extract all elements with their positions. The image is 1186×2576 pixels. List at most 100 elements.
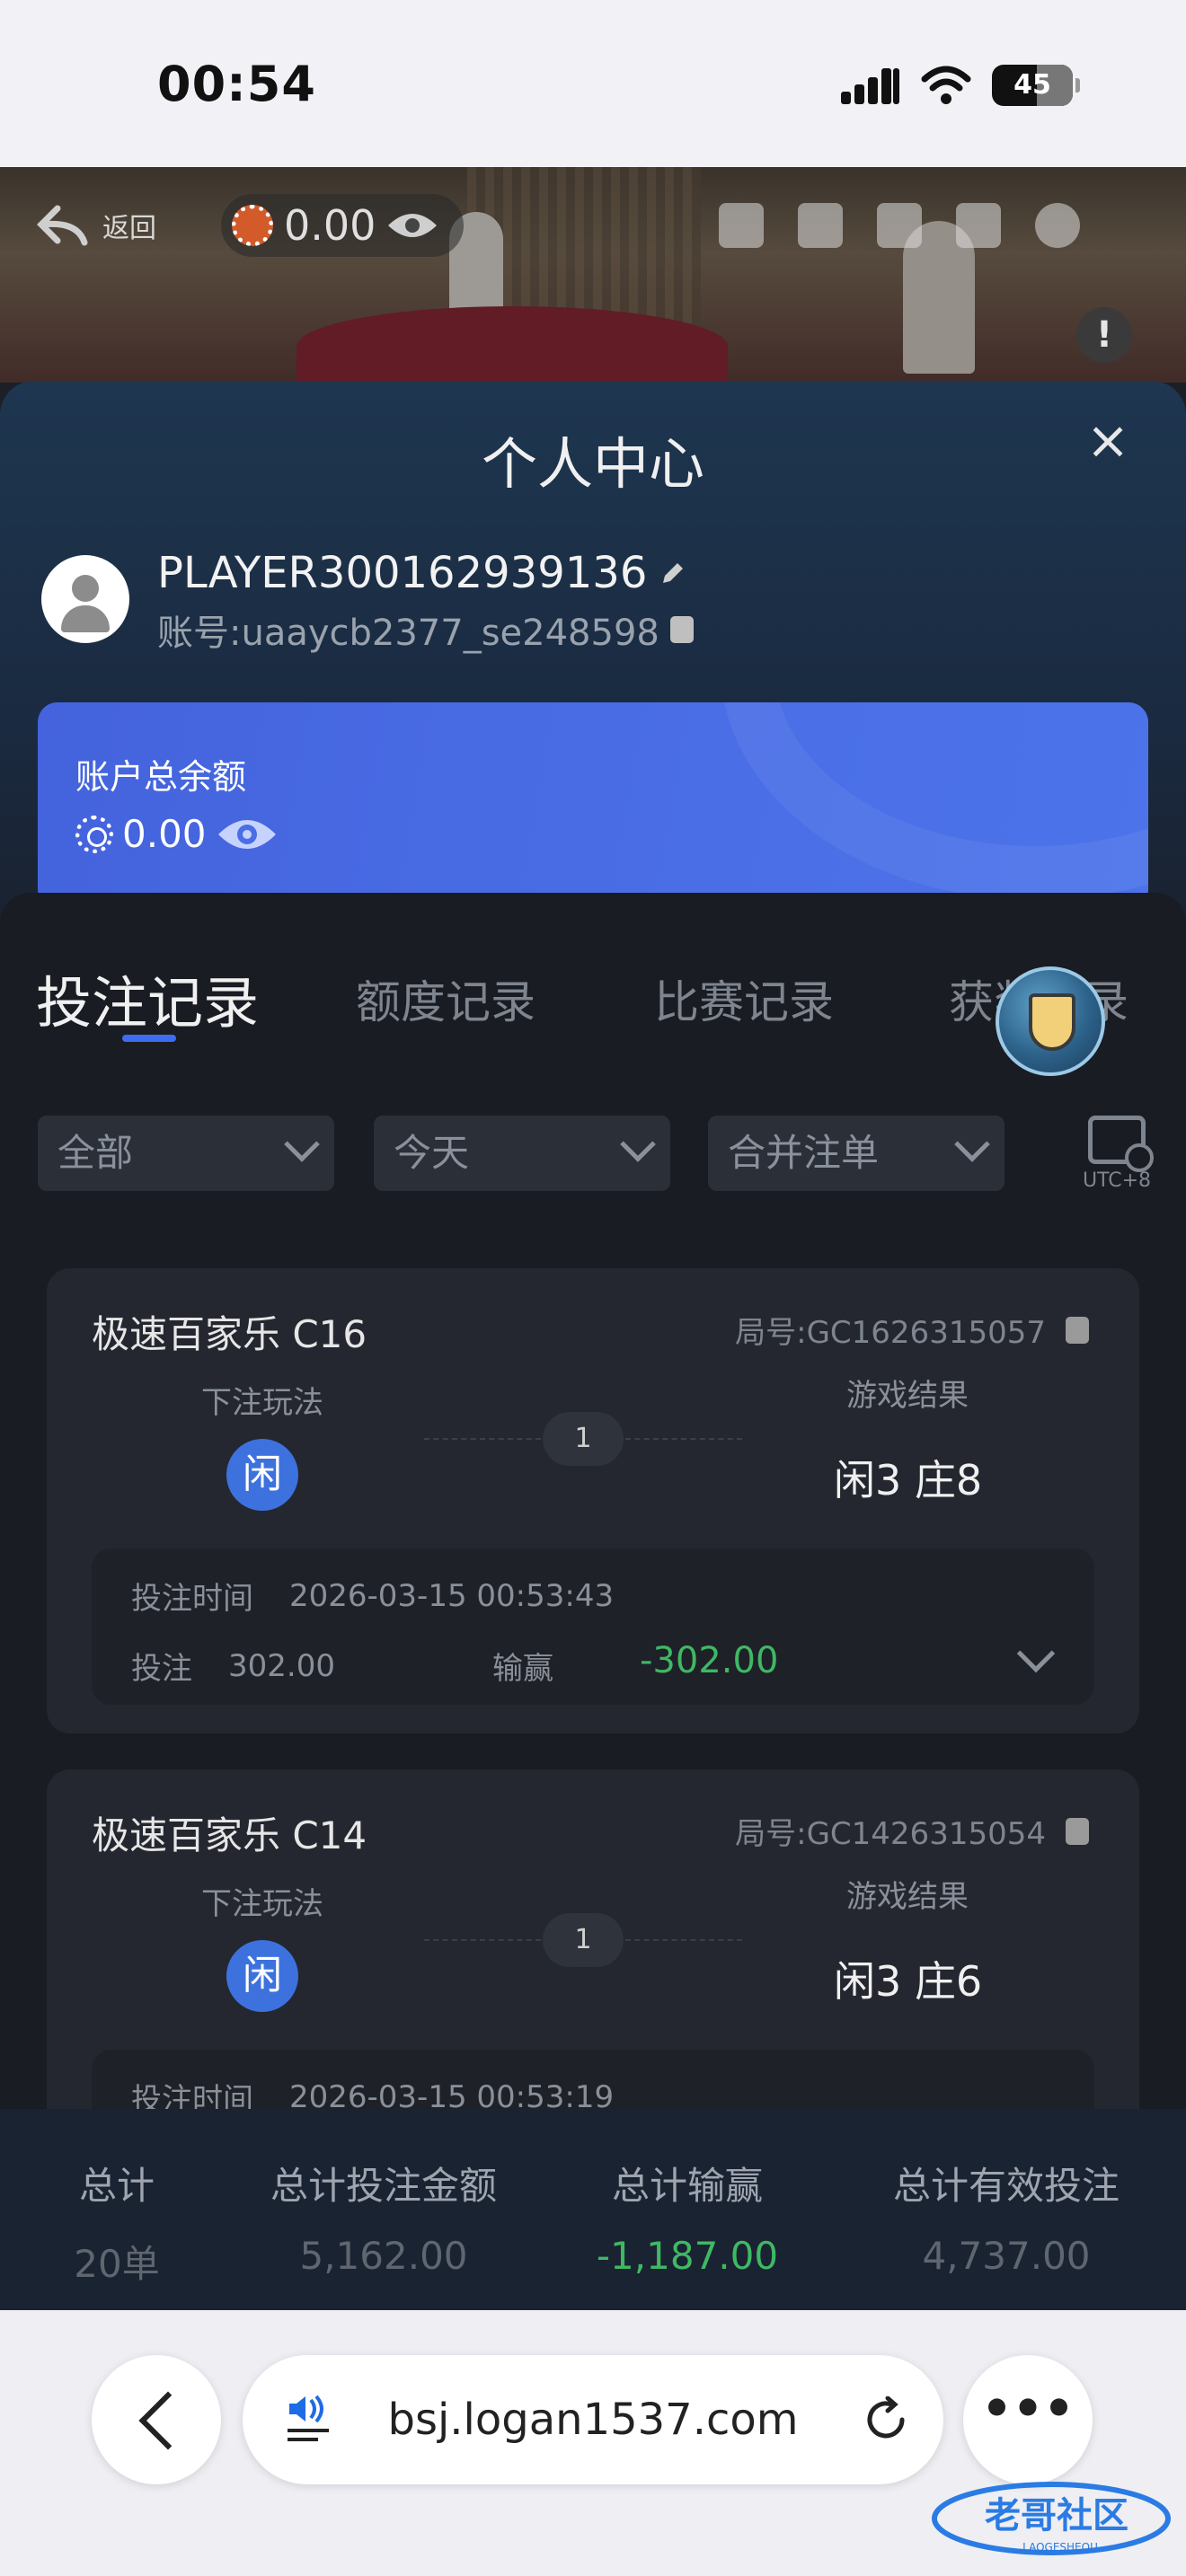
filter-merge-value: 合并注单 xyxy=(728,1131,880,1175)
game-result: 闲3 庄8 xyxy=(834,1456,983,1504)
total-winloss-label: 总计输赢 xyxy=(611,2164,763,2208)
bet-amount: 302.00 xyxy=(228,1647,335,1684)
chevron-down-icon xyxy=(284,1126,320,1162)
chart-icon[interactable] xyxy=(798,203,843,248)
result-label: 游戏结果 xyxy=(846,1378,969,1414)
total-orders-label: 总计 xyxy=(78,2164,155,2208)
total-bet-amount-label: 总计投注金额 xyxy=(270,2164,497,2208)
url-text: bsj.logan1537.com xyxy=(387,2395,799,2445)
balance-label: 账户总余额 xyxy=(75,757,247,797)
chevron-down-icon xyxy=(954,1126,990,1162)
round-row: 局号:GC1626315057 xyxy=(735,1308,1089,1352)
status-bar: 00:54 45 xyxy=(0,0,1186,167)
balance-value-row: 0.00 xyxy=(75,812,279,856)
bet-count: 1 xyxy=(424,1913,742,1967)
winloss-label: 输赢 xyxy=(492,1651,553,1687)
bet-detail: 投注时间 2026-03-15 00:53:43 投注 302.00 输赢 -302… xyxy=(92,1548,1094,1705)
edit-icon[interactable] xyxy=(659,560,686,587)
battery-icon: 45 xyxy=(992,65,1080,106)
total-valid-bet-label: 总计有效投注 xyxy=(892,2164,1120,2208)
svg-text:LAOGESHEQU: LAOGESHEQU xyxy=(1022,2541,1098,2554)
personal-center-panel: 个人中心 × PLAYER300162939136 账号:uaaycb2377_… xyxy=(0,381,1186,2303)
chip-icon xyxy=(232,205,273,246)
wifi-icon xyxy=(921,66,971,104)
eye-icon[interactable] xyxy=(216,815,279,854)
result-label: 游戏结果 xyxy=(846,1879,969,1915)
browser-back-button[interactable] xyxy=(92,2355,221,2484)
chip-icon xyxy=(75,815,113,853)
records-sheet: 投注记录 额度记录 比赛记录 获奖记录 全部 今天 合并注单 UTC+8 极速百… xyxy=(0,893,1186,2303)
status-time: 00:54 xyxy=(157,56,316,112)
cellular-signal-icon xyxy=(841,68,900,104)
bet-time-row: 投注时间 2026-03-15 00:53:43 xyxy=(131,1574,614,1618)
balance-pill: 0.00 xyxy=(221,194,464,257)
tab-match-records[interactable]: 比赛记录 xyxy=(654,966,834,1031)
header-balance: 0.00 xyxy=(284,201,376,250)
bet-time-label: 投注时间 xyxy=(131,1581,253,1617)
username-row: PLAYER300162939136 xyxy=(157,548,686,598)
battery-level: 45 xyxy=(1013,69,1051,101)
live-video-header: 返回 0.00 ! xyxy=(0,167,1186,383)
balance-value: 0.00 xyxy=(122,812,207,856)
tab-credit-records[interactable]: 额度记录 xyxy=(356,966,535,1031)
copy-icon[interactable] xyxy=(669,616,694,643)
mute-icon[interactable] xyxy=(877,203,922,248)
filters-row: 全部 今天 合并注单 UTC+8 xyxy=(38,1116,1154,1192)
bet-choice-badge: 闲 xyxy=(226,1940,298,2012)
calendar-icon xyxy=(1088,1116,1154,1172)
tab-bet-records[interactable]: 投注记录 xyxy=(36,957,259,1038)
copy-icon[interactable] xyxy=(1066,1817,1089,1845)
bet-amount-row: 投注 302.00 xyxy=(131,1644,335,1688)
timezone-label: UTC+8 xyxy=(1082,1169,1152,1192)
account-id: 账号:uaaycb2377_se248598 xyxy=(157,613,659,654)
total-winloss-value: -1,187.00 xyxy=(596,2234,779,2278)
total-orders: 总计 20单 xyxy=(54,2156,180,2289)
bet-choice-badge: 闲 xyxy=(226,1439,298,1511)
history-icon[interactable] xyxy=(719,203,764,248)
round-id: 局号:GC1426315054 xyxy=(735,1816,1046,1852)
svg-text:老哥社区: 老哥社区 xyxy=(985,2495,1128,2536)
address-bar[interactable]: bsj.logan1537.com xyxy=(243,2355,943,2484)
chevron-down-icon xyxy=(620,1126,656,1162)
avatar xyxy=(41,555,129,643)
bet-amount-label: 投注 xyxy=(131,1651,192,1687)
timezone-calendar-button[interactable]: UTC+8 xyxy=(1076,1116,1157,1205)
eye-icon[interactable] xyxy=(386,209,438,242)
reload-icon[interactable] xyxy=(863,2396,909,2443)
bet-count: 1 xyxy=(424,1412,742,1466)
copy-icon[interactable] xyxy=(1066,1316,1089,1344)
round-row: 局号:GC1426315054 xyxy=(735,1809,1089,1853)
total-valid-bet: 总计有效投注 4,737.00 xyxy=(872,2156,1141,2278)
expand-chevron-icon[interactable] xyxy=(1016,1634,1056,1673)
bet-time: 2026-03-15 00:53:43 xyxy=(289,1577,615,1614)
game-name: 极速百家乐 C14 xyxy=(92,1813,367,1857)
site-watermark-logo: 老哥社区 LAOGESHEQU xyxy=(932,2482,1171,2555)
total-bet-amount: 总计投注金额 5,162.00 xyxy=(252,2156,516,2278)
filter-merge-select[interactable]: 合并注单 xyxy=(708,1116,1005,1191)
balance-card: 账户总余额 0.00 xyxy=(38,702,1148,909)
total-orders-value: 20单 xyxy=(74,2242,160,2286)
game-name: 极速百家乐 C16 xyxy=(92,1312,367,1356)
filter-date-value: 今天 xyxy=(394,1131,470,1175)
bet-type-label: 下注玩法 xyxy=(201,1886,323,1922)
total-valid-bet-value: 4,737.00 xyxy=(922,2234,1091,2278)
total-bet-amount-value: 5,162.00 xyxy=(299,2234,468,2278)
filter-type-value: 全部 xyxy=(58,1131,134,1175)
back-label: 返回 xyxy=(102,213,156,244)
back-button[interactable]: 返回 xyxy=(36,203,156,248)
game-result: 闲3 庄6 xyxy=(834,1957,983,2006)
layout-icon[interactable] xyxy=(956,203,1001,248)
fullscreen-icon[interactable] xyxy=(1035,203,1080,248)
close-button[interactable]: × xyxy=(1083,414,1133,466)
filter-date-select[interactable]: 今天 xyxy=(374,1116,670,1191)
info-icon[interactable]: ! xyxy=(1076,307,1132,363)
back-arrow-icon xyxy=(37,205,88,246)
totals-bar: 总计 20单 总计投注金额 5,162.00 总计输赢 -1,187.00 总计… xyxy=(0,2109,1186,2310)
floating-crest-icon[interactable] xyxy=(996,966,1105,1076)
bet-type-label: 下注玩法 xyxy=(201,1385,323,1421)
panel-title: 个人中心 xyxy=(481,431,704,497)
more-button[interactable]: ••• xyxy=(963,2355,1093,2484)
bet-record-card[interactable]: 极速百家乐 C16 局号:GC1626315057 下注玩法 游戏结果 闲 1 … xyxy=(47,1268,1139,1734)
username: PLAYER300162939136 xyxy=(157,548,648,598)
filter-type-select[interactable]: 全部 xyxy=(38,1116,334,1191)
